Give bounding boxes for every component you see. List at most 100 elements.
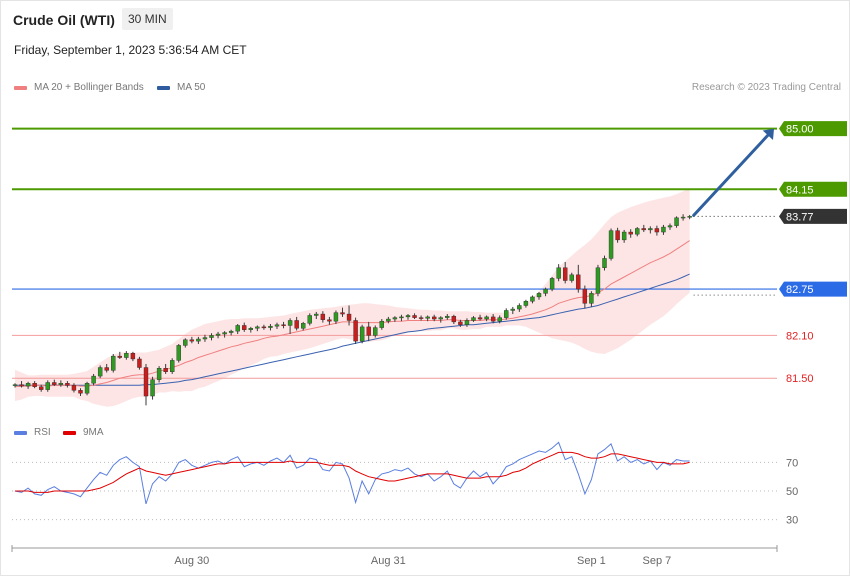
candle-body [281, 324, 286, 326]
candle-body [215, 333, 221, 336]
candle-body [621, 231, 627, 241]
candle-body [359, 326, 365, 342]
candle-body [595, 267, 601, 294]
candle-body [399, 316, 404, 319]
candle-body [386, 318, 391, 322]
candle-body [589, 293, 594, 304]
candle-body [130, 353, 136, 360]
candle-body [451, 315, 457, 323]
candle-body [65, 383, 70, 386]
candle-body [510, 308, 515, 311]
candle-body [84, 383, 90, 394]
candle-body [654, 228, 660, 233]
rsi-tick-label: 70 [786, 457, 798, 469]
candle-body [628, 231, 633, 235]
candle-body [104, 367, 109, 371]
level-labels-layer: 85.00 84.15 83.77 82.75 82.10 81.50 [779, 121, 847, 385]
candle-body [458, 321, 463, 325]
candle-body [340, 312, 345, 315]
candle [143, 363, 149, 406]
candle-body [346, 313, 352, 321]
forecast-arrow-shaft [692, 133, 770, 217]
candle-body [202, 337, 208, 340]
candle-body [353, 320, 358, 342]
x-tick-label: Sep 7 [643, 555, 672, 567]
candle-body [294, 320, 299, 329]
candle-body [536, 293, 542, 298]
candle-body [490, 316, 496, 322]
price-chart[interactable]: 85.00 84.15 83.77 82.75 82.10 81.50 70 50 30 Au… [1, 1, 849, 575]
candle-body [445, 315, 450, 318]
candle-body [556, 267, 561, 279]
candle-body [156, 368, 162, 380]
candle-body [58, 383, 64, 385]
candle-body [477, 317, 483, 320]
candle-body [576, 274, 581, 290]
candle-body [497, 317, 502, 322]
candle-body [189, 339, 195, 342]
level-label-pivot: 82.75 [786, 284, 814, 296]
candle-body [268, 325, 273, 328]
candle-body [471, 317, 476, 321]
candle-body [169, 360, 175, 372]
candle-body [667, 225, 673, 228]
x-tick-label: Aug 30 [174, 555, 209, 567]
candle-body [71, 385, 77, 391]
candle-body [366, 326, 371, 336]
candle-body [307, 315, 312, 324]
level-label-support: 82.10 [786, 330, 814, 342]
candle-body [163, 368, 168, 372]
candle [150, 376, 155, 400]
candle-body [196, 338, 201, 342]
candle-body [432, 316, 437, 320]
candle-body [287, 320, 293, 326]
candle-body [209, 335, 214, 338]
candle-body [248, 328, 254, 330]
candle [111, 353, 116, 373]
rsi-panel: 70 50 30 [12, 441, 798, 527]
rsi-tick-label: 30 [786, 515, 798, 527]
candle-body [91, 375, 96, 384]
candle-body [425, 316, 430, 319]
candle-body [25, 383, 31, 387]
candle-body [530, 296, 535, 302]
candle-body [143, 367, 149, 397]
candle-body [183, 339, 188, 346]
chart-frame: Crude Oil (WTI) 30 MIN Friday, September… [0, 0, 850, 576]
candle-body [261, 326, 267, 329]
candle-body [52, 382, 57, 385]
rsi-line [14, 441, 690, 505]
candle-body [32, 383, 37, 387]
candle-body [412, 315, 417, 318]
candle-body [327, 319, 332, 322]
candle-body [641, 228, 646, 231]
candle-body [523, 301, 529, 306]
candle-body [78, 390, 83, 394]
candle [169, 358, 175, 374]
candle [353, 317, 358, 344]
candle-body [222, 332, 227, 335]
candle-body [320, 313, 326, 320]
level-label-resistance: 84.15 [786, 184, 814, 196]
candle-body [563, 267, 568, 281]
candle-body [97, 367, 103, 377]
candle-body [517, 305, 522, 310]
candle-body [602, 258, 607, 268]
candle-body [45, 382, 50, 390]
candle-body [19, 384, 24, 387]
candle-body [228, 330, 234, 333]
candle-body [117, 355, 123, 358]
candle-body [464, 320, 470, 325]
candle-body [176, 345, 181, 361]
level-label-support: 81.50 [786, 373, 814, 385]
candle-body [484, 316, 489, 320]
bollinger-band-area [15, 188, 690, 407]
candle-body [255, 326, 260, 329]
candle [608, 228, 614, 261]
candle-body [373, 327, 378, 336]
candle [549, 276, 555, 292]
candle-body [39, 386, 44, 390]
candle-body [137, 358, 142, 368]
candle-body [150, 379, 155, 397]
candle-body [301, 323, 306, 329]
